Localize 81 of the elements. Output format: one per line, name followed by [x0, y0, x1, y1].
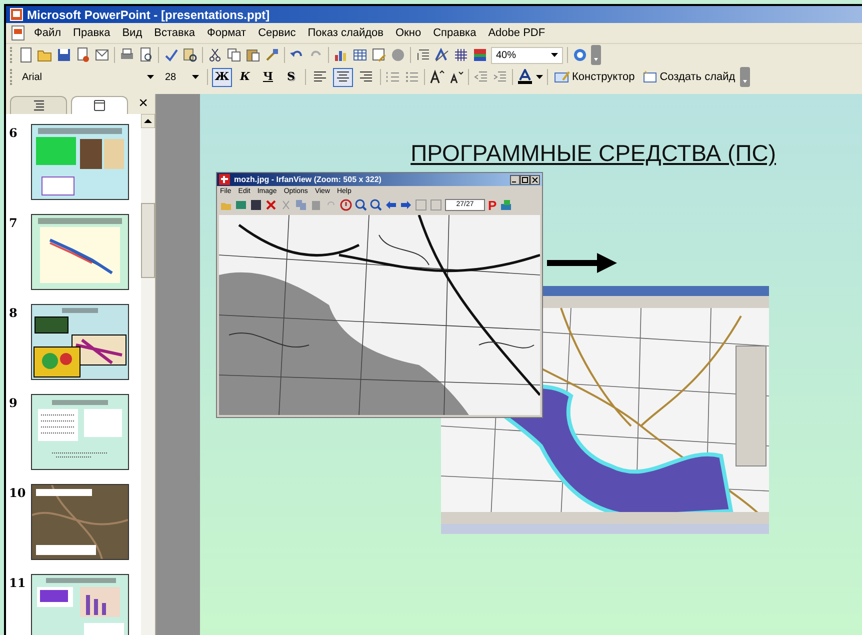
format-button[interactable]: Ж	[212, 68, 232, 86]
scroll-up-icon[interactable]	[141, 114, 155, 128]
print-preview-icon[interactable]	[138, 47, 154, 63]
slide-thumbnail[interactable]	[31, 214, 129, 290]
save-icon[interactable]	[56, 47, 72, 63]
dropdown-icon[interactable]	[147, 75, 154, 79]
format-button[interactable]: Ч	[258, 68, 278, 86]
slide-thumbnail[interactable]	[31, 394, 129, 470]
window-title: Microsoft PowerPoint - [presentations.ppt]	[27, 6, 270, 24]
slide-number: 10	[9, 485, 27, 502]
slides-icon	[92, 99, 106, 112]
menu-item[interactable]: Формат	[201, 24, 252, 42]
menu-item[interactable]: Справка	[427, 24, 482, 42]
font-size-dropdown[interactable]: 28	[161, 68, 203, 86]
cut-icon[interactable]	[207, 47, 223, 63]
scroll-thumb[interactable]	[141, 203, 155, 278]
format-painter-icon[interactable]	[264, 47, 280, 63]
viewer-window-title: mozh.jpg - IrfanView (Zoom: 505 x 322)	[234, 176, 382, 184]
outline-icon	[32, 99, 45, 112]
format-button[interactable]: S	[281, 68, 301, 86]
zoom-out-icon[interactable]	[370, 199, 382, 211]
scrollbar[interactable]	[141, 114, 155, 635]
email-icon[interactable]	[94, 47, 110, 63]
menu-item[interactable]: Показ слайдов	[302, 24, 390, 42]
slide-thumbnail[interactable]	[31, 484, 129, 560]
tables-borders-icon[interactable]	[371, 47, 387, 63]
menu-item[interactable]: Adobe PDF	[482, 24, 552, 42]
next-icon[interactable]	[400, 199, 412, 211]
slide-number: 9	[9, 395, 18, 412]
delete-icon[interactable]	[265, 199, 277, 211]
toolbar-options-icon[interactable]	[740, 67, 750, 87]
info-icon[interactable]	[340, 199, 352, 211]
font-color-icon[interactable]	[517, 69, 533, 85]
help-icon[interactable]	[572, 47, 588, 63]
presentation-icon	[10, 8, 23, 21]
grid-icon[interactable]	[453, 47, 469, 63]
zoom-in-icon[interactable]	[355, 199, 367, 211]
zoom-dropdown[interactable]: 40%	[491, 46, 563, 64]
numbered-list-icon[interactable]	[385, 69, 401, 85]
design-icon	[554, 69, 570, 85]
close-button[interactable]: ×	[136, 96, 151, 114]
menu-item[interactable]: Сервис	[252, 24, 302, 42]
menu-item[interactable]: Правка	[67, 24, 116, 42]
slide-number: 11	[9, 575, 27, 592]
new-slide-button[interactable]: Создать слайд	[640, 68, 738, 86]
slide-number: 8	[9, 305, 18, 322]
slide-thumbnail[interactable]	[31, 304, 129, 380]
font-dropdown[interactable]: Arial	[18, 68, 158, 86]
research-icon[interactable]	[182, 47, 198, 63]
increase-font-icon[interactable]	[429, 69, 445, 85]
table-icon[interactable]	[352, 47, 368, 63]
save-icon[interactable]	[250, 199, 262, 211]
menu-item[interactable]: Вставка	[148, 24, 202, 42]
document-icon[interactable]	[10, 25, 26, 41]
new-document-icon[interactable]	[18, 47, 34, 63]
slide-title: ПРОГРАММНЫЕ СРЕДСТВА (ПС)	[410, 142, 776, 165]
align-center-button[interactable]	[333, 68, 353, 86]
copy-icon[interactable]	[226, 47, 242, 63]
dropdown-icon[interactable]	[536, 75, 543, 79]
outline-tab[interactable]	[10, 96, 67, 114]
dropdown-icon[interactable]	[192, 75, 199, 79]
menu-item[interactable]: Окно	[390, 24, 428, 42]
dropdown-icon[interactable]	[551, 53, 558, 57]
decrease-font-icon[interactable]	[448, 69, 464, 85]
designer-button[interactable]: Конструктор	[552, 68, 637, 86]
new-slide-icon	[642, 69, 658, 85]
format-button[interactable]: К	[235, 68, 255, 86]
previous-icon[interactable]	[385, 199, 397, 211]
arrow-icon	[547, 252, 617, 274]
slide-number: 6	[9, 125, 18, 142]
slide-number: 7	[9, 215, 18, 232]
window-controls-icon[interactable]	[510, 174, 540, 184]
slide-thumbnail[interactable]	[31, 124, 129, 200]
spelling-icon[interactable]	[163, 47, 179, 63]
menu-item[interactable]: Файл	[28, 24, 68, 42]
toolbar-options-icon[interactable]	[591, 45, 601, 65]
menu-item[interactable]: Вид	[116, 24, 148, 42]
slides-tab[interactable]	[70, 96, 128, 114]
bulleted-list-icon[interactable]	[404, 69, 420, 85]
viewer-app-icon	[219, 174, 230, 185]
slide-thumbnail[interactable]	[31, 574, 129, 635]
